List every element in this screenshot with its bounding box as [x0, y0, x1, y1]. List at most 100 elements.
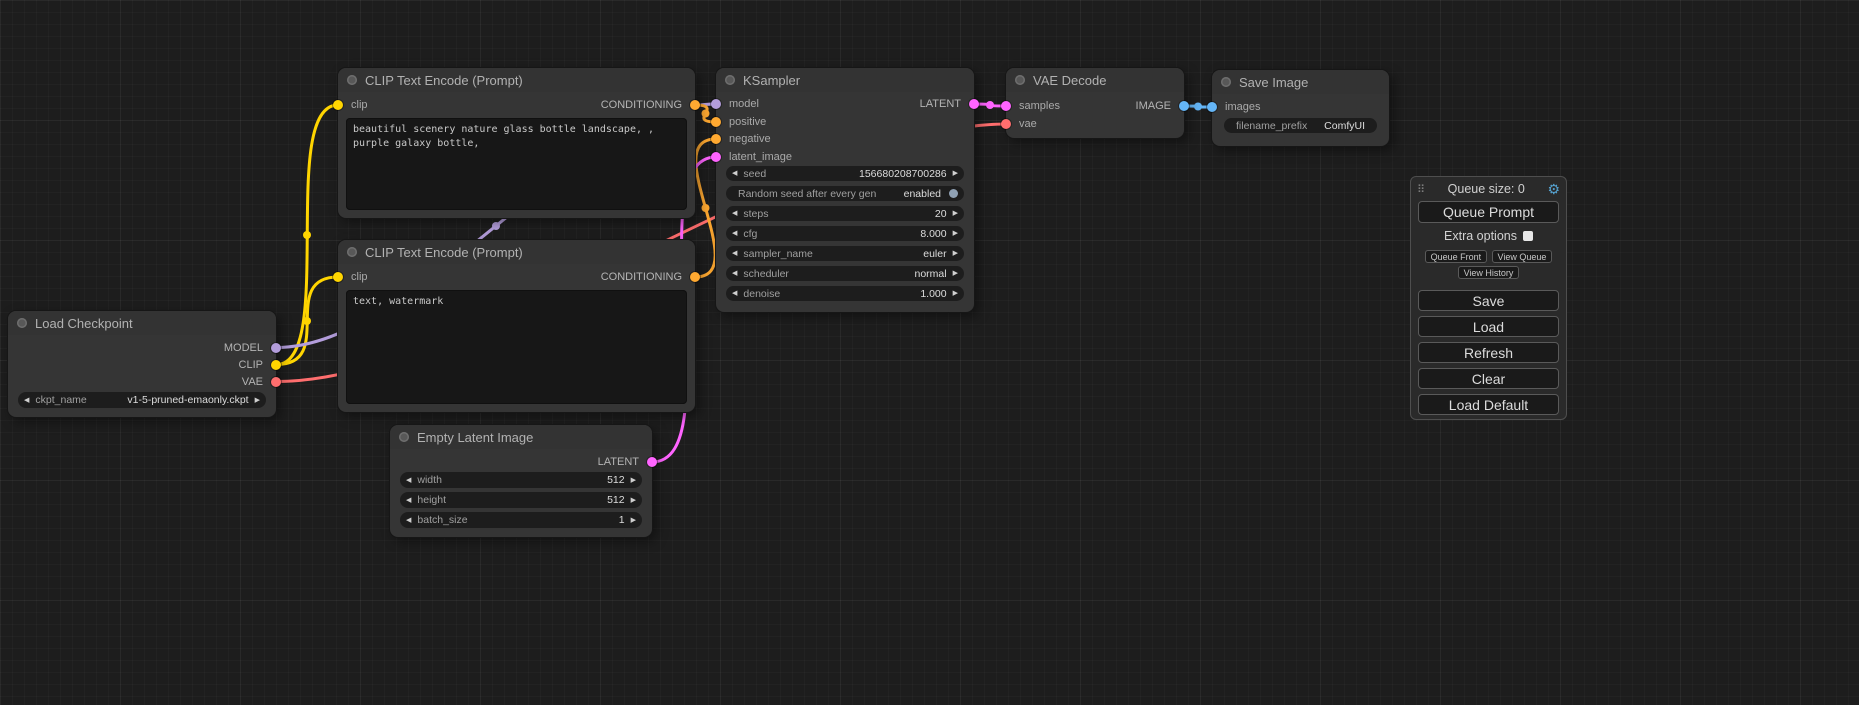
- slot-dot-clip-input[interactable]: [333, 272, 343, 282]
- collapse-dot-icon[interactable]: [1221, 77, 1231, 87]
- collapse-dot-icon[interactable]: [347, 75, 357, 85]
- arrow-left-icon[interactable]: ◀: [732, 266, 737, 281]
- output-slot-conditioning[interactable]: CONDITIONING: [601, 97, 682, 113]
- input-slot-clip[interactable]: clip: [351, 269, 368, 285]
- input-slot-negative[interactable]: negative: [729, 131, 771, 147]
- collapse-dot-icon[interactable]: [17, 318, 27, 328]
- extra-options-checkbox[interactable]: [1523, 231, 1533, 241]
- arrow-left-icon[interactable]: ◀: [406, 513, 411, 528]
- input-slot-samples[interactable]: samples: [1019, 98, 1060, 114]
- arrow-right-icon[interactable]: ▶: [953, 206, 958, 221]
- arrow-right-icon[interactable]: ▶: [631, 513, 636, 528]
- clear-button[interactable]: Clear: [1418, 368, 1559, 389]
- slot-dot-vae-input[interactable]: [1001, 119, 1011, 129]
- queue-front-button[interactable]: Queue Front: [1425, 250, 1488, 263]
- node-clip-text-encode-negative[interactable]: CLIP Text Encode (Prompt) clip CONDITION…: [338, 240, 695, 412]
- arrow-right-icon[interactable]: ▶: [953, 246, 958, 261]
- load-default-button[interactable]: Load Default: [1418, 394, 1559, 415]
- slot-dot-model-output[interactable]: [271, 343, 281, 353]
- steps-widget[interactable]: ◀ steps 20 ▶: [726, 206, 964, 221]
- ckpt-name-widget[interactable]: ◀ ckpt_name v1-5-pruned-emaonly.ckpt ▶: [18, 392, 266, 408]
- input-slot-vae[interactable]: vae: [1019, 116, 1037, 132]
- output-slot-vae[interactable]: VAE: [242, 374, 263, 390]
- slot-dot-positive-input[interactable]: [711, 117, 721, 127]
- prompt-text-area[interactable]: text, watermark: [346, 290, 687, 404]
- slot-dot-conditioning-output[interactable]: [690, 272, 700, 282]
- slot-dot-negative-input[interactable]: [711, 134, 721, 144]
- input-slot-model[interactable]: model: [729, 96, 759, 112]
- slot-dot-model-input[interactable]: [711, 99, 721, 109]
- node-ksampler[interactable]: KSampler model positive negative latent_…: [716, 68, 974, 312]
- node-title-bar[interactable]: CLIP Text Encode (Prompt): [338, 68, 695, 92]
- node-title-bar[interactable]: KSampler: [716, 68, 974, 92]
- filename-prefix-widget[interactable]: filename_prefix ComfyUI: [1224, 118, 1377, 133]
- arrow-right-icon[interactable]: ▶: [255, 393, 260, 408]
- arrow-left-icon[interactable]: ◀: [732, 166, 737, 181]
- slot-dot-image-output[interactable]: [1179, 101, 1189, 111]
- input-slot-latent-image[interactable]: latent_image: [729, 149, 792, 165]
- queue-prompt-button[interactable]: Queue Prompt: [1418, 201, 1559, 223]
- collapse-dot-icon[interactable]: [399, 432, 409, 442]
- slot-dot-latent-output[interactable]: [647, 457, 657, 467]
- drag-handle-icon[interactable]: ⠿: [1417, 183, 1425, 196]
- node-title-bar[interactable]: CLIP Text Encode (Prompt): [338, 240, 695, 264]
- arrow-left-icon[interactable]: ◀: [406, 473, 411, 488]
- height-widget[interactable]: ◀ height 512 ▶: [400, 492, 642, 508]
- arrow-right-icon[interactable]: ▶: [953, 166, 958, 181]
- arrow-right-icon[interactable]: ▶: [953, 286, 958, 301]
- node-clip-text-encode-positive[interactable]: CLIP Text Encode (Prompt) clip CONDITION…: [338, 68, 695, 218]
- arrow-right-icon[interactable]: ▶: [631, 493, 636, 508]
- width-widget[interactable]: ◀ width 512 ▶: [400, 472, 642, 488]
- view-history-button[interactable]: View History: [1458, 266, 1520, 279]
- view-queue-button[interactable]: View Queue: [1492, 250, 1553, 263]
- collapse-dot-icon[interactable]: [347, 247, 357, 257]
- slot-dot-images-input[interactable]: [1207, 102, 1217, 112]
- input-slot-images[interactable]: images: [1225, 99, 1260, 115]
- sampler-name-widget[interactable]: ◀ sampler_name euler ▶: [726, 246, 964, 261]
- arrow-left-icon[interactable]: ◀: [24, 393, 29, 408]
- slot-dot-clip-output[interactable]: [271, 360, 281, 370]
- scheduler-widget[interactable]: ◀ scheduler normal ▶: [726, 266, 964, 281]
- arrow-right-icon[interactable]: ▶: [953, 226, 958, 241]
- collapse-dot-icon[interactable]: [725, 75, 735, 85]
- node-title-bar[interactable]: VAE Decode: [1006, 68, 1184, 92]
- slot-dot-conditioning-output[interactable]: [690, 100, 700, 110]
- output-slot-clip[interactable]: CLIP: [239, 357, 263, 373]
- node-title-bar[interactable]: Load Checkpoint: [8, 311, 276, 335]
- prompt-text-area[interactable]: beautiful scenery nature glass bottle la…: [346, 118, 687, 210]
- input-slot-positive[interactable]: positive: [729, 114, 766, 130]
- collapse-dot-icon[interactable]: [1015, 75, 1025, 85]
- slot-dot-latent-output[interactable]: [969, 99, 979, 109]
- node-title-bar[interactable]: Save Image: [1212, 70, 1389, 94]
- output-slot-latent[interactable]: LATENT: [598, 454, 639, 470]
- arrow-right-icon[interactable]: ▶: [953, 266, 958, 281]
- load-button[interactable]: Load: [1418, 316, 1559, 337]
- node-title-bar[interactable]: Empty Latent Image: [390, 425, 652, 449]
- seed-widget[interactable]: ◀ seed 156680208700286 ▶: [726, 166, 964, 181]
- input-slot-clip[interactable]: clip: [351, 97, 368, 113]
- slot-dot-clip-input[interactable]: [333, 100, 343, 110]
- toggle-dot-icon[interactable]: [949, 189, 958, 198]
- output-slot-latent[interactable]: LATENT: [920, 96, 961, 112]
- output-slot-conditioning[interactable]: CONDITIONING: [601, 269, 682, 285]
- node-save-image[interactable]: Save Image images filename_prefix ComfyU…: [1212, 70, 1389, 146]
- node-load-checkpoint[interactable]: Load Checkpoint MODEL CLIP VAE ◀ ckpt_na…: [8, 311, 276, 417]
- slot-dot-samples-input[interactable]: [1001, 101, 1011, 111]
- arrow-right-icon[interactable]: ▶: [631, 473, 636, 488]
- save-button[interactable]: Save: [1418, 290, 1559, 311]
- cfg-widget[interactable]: ◀ cfg 8.000 ▶: [726, 226, 964, 241]
- settings-gear-icon[interactable]: ⚙: [1547, 181, 1560, 198]
- batch-size-widget[interactable]: ◀ batch_size 1 ▶: [400, 512, 642, 528]
- node-vae-decode[interactable]: VAE Decode samples vae IMAGE: [1006, 68, 1184, 138]
- arrow-left-icon[interactable]: ◀: [732, 206, 737, 221]
- arrow-left-icon[interactable]: ◀: [732, 286, 737, 301]
- output-slot-image[interactable]: IMAGE: [1136, 98, 1171, 114]
- slot-dot-vae-output[interactable]: [271, 377, 281, 387]
- denoise-widget[interactable]: ◀ denoise 1.000 ▶: [726, 286, 964, 301]
- arrow-left-icon[interactable]: ◀: [732, 226, 737, 241]
- output-slot-model[interactable]: MODEL: [224, 340, 263, 356]
- node-empty-latent-image[interactable]: Empty Latent Image LATENT ◀ width 512 ▶ …: [390, 425, 652, 537]
- refresh-button[interactable]: Refresh: [1418, 342, 1559, 363]
- arrow-left-icon[interactable]: ◀: [406, 493, 411, 508]
- node-graph-canvas[interactable]: Load Checkpoint MODEL CLIP VAE ◀ ckpt_na…: [0, 0, 1859, 705]
